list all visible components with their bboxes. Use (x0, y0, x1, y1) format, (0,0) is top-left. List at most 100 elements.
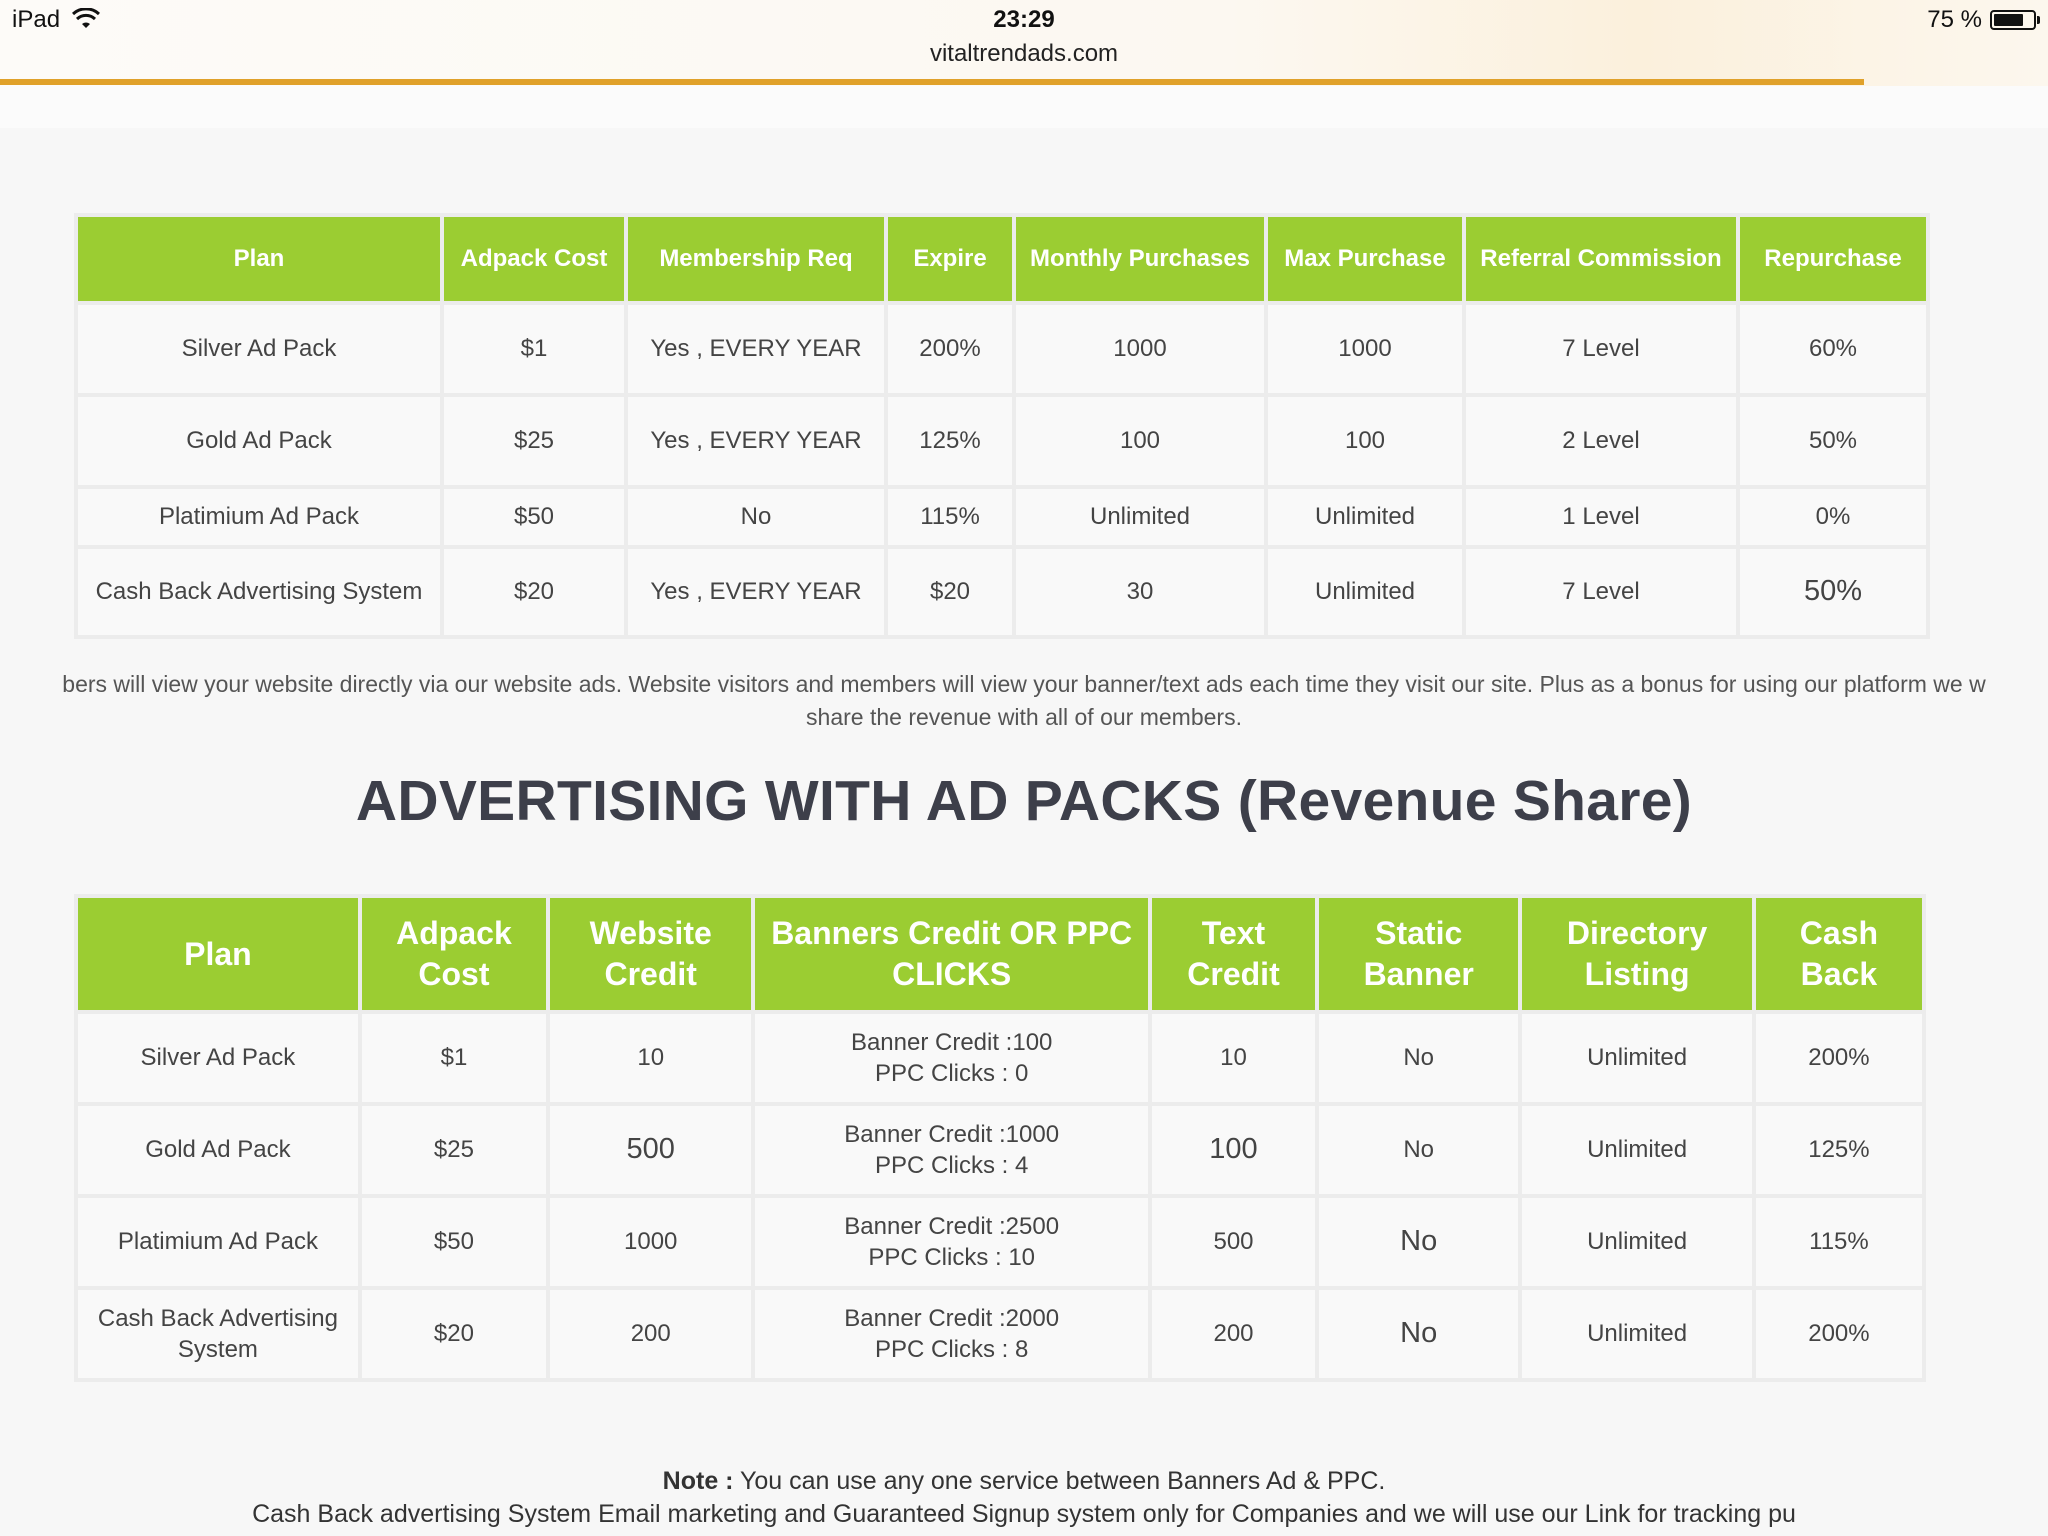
battery-icon (1990, 10, 2040, 30)
table-row: Cash Back Advertising System $20 200 Ban… (78, 1290, 1922, 1378)
table-row: Cash Back Advertising System $20 Yes , E… (78, 549, 1926, 635)
expire: 125% (888, 397, 1012, 485)
adpack-cost: $25 (361, 1106, 547, 1194)
column-header-repurchase: Repurchase (1740, 217, 1926, 301)
column-header-static-banner: Static Banner (1319, 898, 1519, 1010)
note-line: Cash Back advertising System Email marke… (252, 1500, 1796, 1528)
adpack-cost: $25 (444, 397, 624, 485)
text-credit: 10 (1151, 1014, 1316, 1102)
website-credit: 200 (550, 1290, 752, 1378)
column-header-directory-listing: Directory Listing (1522, 898, 1752, 1010)
max-purchase: Unlimited (1268, 549, 1462, 635)
banners-credit: Banner Credit :2500 PPC Clicks : 10 (755, 1198, 1148, 1286)
ad-packs-table: Plan Adpack Cost Website Credit Banners … (74, 894, 1926, 1382)
ppc-clicks-line: PPC Clicks : 10 (868, 1244, 1036, 1271)
expire: 200% (888, 305, 1012, 393)
note-line: Note : You can use any one service betwe… (0, 1465, 2048, 1498)
column-header-expire: Expire (888, 217, 1012, 301)
membership-req: Yes , EVERY YEAR (628, 397, 884, 485)
column-header-adpack-cost: Adpack Cost (361, 898, 547, 1010)
banner-credit-line: Banner Credit :2500 (844, 1212, 1060, 1240)
monthly-purchases: 30 (1016, 549, 1264, 635)
adpack-cost: $1 (444, 305, 624, 393)
table-row: Gold Ad Pack $25 Yes , EVERY YEAR 125% 1… (78, 397, 1926, 485)
plan-name: Silver Ad Pack (78, 305, 440, 393)
plan-name: Gold Ad Pack (78, 397, 440, 485)
column-header-membership-req: Membership Req (628, 217, 884, 301)
plan-name: Cash Back Advertising System (78, 549, 440, 635)
column-header-website-credit: Website Credit (550, 898, 752, 1010)
table-row: Gold Ad Pack $25 500 Banner Credit :1000… (78, 1106, 1922, 1194)
banners-credit: Banner Credit :1000 PPC Clicks : 4 (755, 1106, 1148, 1194)
clock: 23:29 (993, 6, 1055, 33)
membership-req: Yes , EVERY YEAR (628, 305, 884, 393)
monthly-purchases: 100 (1016, 397, 1264, 485)
column-header-text-credit: Text Credit (1151, 898, 1316, 1010)
membership-req: No (628, 489, 884, 545)
page-load-progress-bar (0, 79, 1864, 85)
cash-back: 200% (1755, 1014, 1922, 1102)
column-header-cash-back: Cash Back (1755, 898, 1922, 1010)
description-text: bers will view your website directly via… (0, 668, 2048, 734)
banner-credit-line: Banner Credit :2000 (844, 1304, 1060, 1332)
column-header-monthly-purchases: Monthly Purchases (1016, 217, 1264, 301)
ppc-clicks-line: PPC Clicks : 0 (874, 1060, 1029, 1087)
banners-credit: Banner Credit :2000 PPC Clicks : 8 (755, 1290, 1148, 1378)
repurchase: 60% (1740, 305, 1926, 393)
referral-commission: 2 Level (1466, 397, 1736, 485)
text-credit: 100 (1151, 1106, 1316, 1194)
description-line: share the revenue with all of our member… (806, 704, 1242, 730)
website-credit: 10 (550, 1014, 752, 1102)
cash-back: 125% (1755, 1106, 1922, 1194)
plan-name: Platimium Ad Pack (78, 1198, 358, 1286)
plan-name: Platimium Ad Pack (78, 489, 440, 545)
note-label: Note : (662, 1467, 734, 1495)
section-heading: ADVERTISING WITH AD PACKS (Revenue Share… (355, 769, 1693, 833)
plan-name: Cash Back Advertising System (78, 1290, 358, 1378)
table-row: Silver Ad Pack $1 Yes , EVERY YEAR 200% … (78, 305, 1926, 393)
banner-credit-line: Banner Credit :100 (850, 1028, 1053, 1056)
static-banner: No (1319, 1106, 1519, 1194)
cash-back: 200% (1755, 1290, 1922, 1378)
referral-commission: 1 Level (1466, 489, 1736, 545)
referral-commission: 7 Level (1466, 549, 1736, 635)
directory-listing: Unlimited (1522, 1106, 1752, 1194)
website-credit: 1000 (550, 1198, 752, 1286)
banners-credit: Banner Credit :100 PPC Clicks : 0 (755, 1014, 1148, 1102)
directory-listing: Unlimited (1522, 1290, 1752, 1378)
column-header-referral-commission: Referral Commission (1466, 217, 1736, 301)
note-section: Note : You can use any one service betwe… (0, 1465, 2048, 1531)
directory-listing: Unlimited (1522, 1198, 1752, 1286)
column-header-adpack-cost: Adpack Cost (444, 217, 624, 301)
browser-status-bar: iPad 23:29 vitaltrendads.com 75 % (0, 0, 2048, 87)
description-line: bers will view your website directly via… (62, 671, 1986, 697)
monthly-purchases: Unlimited (1016, 489, 1264, 545)
table-row: Platimium Ad Pack $50 1000 Banner Credit… (78, 1198, 1922, 1286)
column-header-plan: Plan (78, 217, 440, 301)
membership-req: Yes , EVERY YEAR (628, 549, 884, 635)
battery-percentage: 75 % (1927, 6, 1982, 33)
column-header-max-purchase: Max Purchase (1268, 217, 1462, 301)
referral-commission: 7 Level (1466, 305, 1736, 393)
adpack-cost: $50 (444, 489, 624, 545)
monthly-purchases: 1000 (1016, 305, 1264, 393)
address-bar-url[interactable]: vitaltrendads.com (0, 40, 2048, 68)
membership-plans-table: Plan Adpack Cost Membership Req Expire M… (74, 213, 1930, 639)
banner-credit-line: Banner Credit :1000 (844, 1120, 1060, 1148)
repurchase: 0% (1740, 489, 1926, 545)
ppc-clicks-line: PPC Clicks : 4 (874, 1152, 1029, 1179)
repurchase: 50% (1740, 549, 1926, 635)
ppc-clicks-line: PPC Clicks : 8 (874, 1336, 1029, 1363)
max-purchase: Unlimited (1268, 489, 1462, 545)
max-purchase: 100 (1268, 397, 1462, 485)
table-row: Silver Ad Pack $1 10 Banner Credit :100 … (78, 1014, 1922, 1102)
adpack-cost: $50 (361, 1198, 547, 1286)
column-header-banners-credit: Banners Credit OR PPC CLICKS (755, 898, 1148, 1010)
adpack-cost: $1 (361, 1014, 547, 1102)
page-top-band (0, 86, 2048, 128)
max-purchase: 1000 (1268, 305, 1462, 393)
directory-listing: Unlimited (1522, 1014, 1752, 1102)
plan-name: Silver Ad Pack (78, 1014, 358, 1102)
static-banner: No (1319, 1198, 1519, 1286)
cash-back: 115% (1755, 1198, 1922, 1286)
